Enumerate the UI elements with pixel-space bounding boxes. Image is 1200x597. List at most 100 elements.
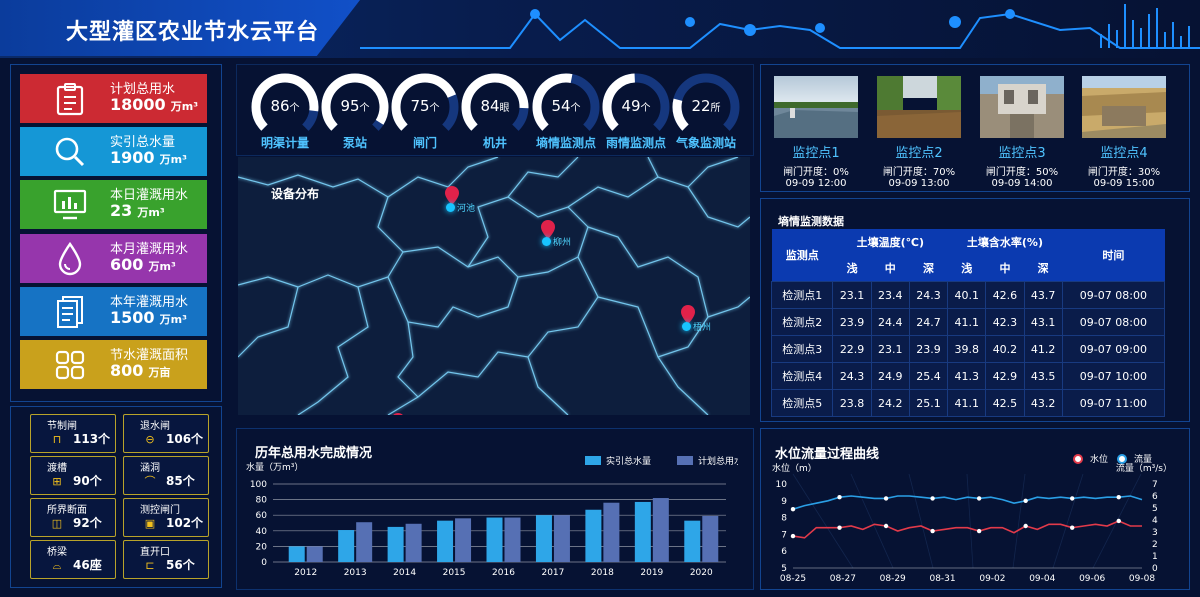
table-cell: 09-07 08:00: [1061, 281, 1166, 309]
facility-item[interactable]: 直开口 ⊏ 56个: [123, 540, 209, 579]
data-point[interactable]: [790, 533, 796, 539]
map-marker[interactable]: 柳州: [540, 219, 571, 248]
bar[interactable]: [702, 515, 719, 562]
bar[interactable]: [585, 509, 602, 562]
bar[interactable]: [504, 517, 521, 562]
camera-thumbnail[interactable]: [980, 76, 1064, 138]
facility-item[interactable]: 渡槽 ⊞ 90个: [30, 456, 116, 495]
facility-item[interactable]: 桥梁 ⌓ 46座: [30, 540, 116, 579]
bar[interactable]: [553, 515, 570, 562]
stat-unit: 万m³: [137, 205, 165, 219]
table-row[interactable]: 检测点2 23.9 24.4 24.7 41.1 42.3 43.1 09-07 08:00: [770, 308, 1166, 336]
marker-label: 柳州: [553, 238, 572, 248]
facility-value: 85个: [166, 474, 195, 488]
stat-card-water-saving-area[interactable]: 节水灌溉面积 800 万亩: [20, 340, 207, 389]
stat-card-plan-water[interactable]: 计划总用水 18000 万m³: [20, 74, 207, 123]
soil-data-table: 监测点 土壤温度(℃) 土壤含水率(%) 时间 浅 中 深 浅 中 深 检测点1…: [770, 229, 1166, 417]
map-marker-partial[interactable]: [390, 407, 406, 415]
table-row[interactable]: 检测点4 24.3 24.9 25.4 41.3 42.9 43.5 09-07 10:00: [770, 362, 1166, 390]
legend-label: 流量: [1134, 453, 1152, 465]
table-cell: 24.3: [908, 281, 949, 309]
bar[interactable]: [455, 518, 472, 562]
bar[interactable]: [486, 517, 503, 562]
x-tick-label: 2019: [640, 568, 663, 578]
data-point[interactable]: [837, 525, 842, 530]
facility-item[interactable]: 所界断面 ◫ 92个: [30, 498, 116, 537]
bar[interactable]: [684, 520, 701, 562]
bar[interactable]: [652, 498, 669, 562]
data-point[interactable]: [790, 507, 796, 512]
bar[interactable]: [288, 546, 305, 562]
bar[interactable]: [437, 520, 454, 562]
bar[interactable]: [634, 501, 651, 562]
facility-item[interactable]: 测控闸门 ▣ 102个: [123, 498, 209, 537]
stat-card-yearly-irrigation[interactable]: 本年灌溉用水 1500 万m³: [20, 287, 207, 336]
camera-item[interactable]: 监控点1 闸门开度：0% 09-09 12:00: [774, 76, 858, 189]
facility-item[interactable]: 退水闸 ⊖ 106个: [123, 414, 209, 453]
facility-item[interactable]: 节制闸 ⊓ 113个: [30, 414, 116, 453]
table-row[interactable]: 检测点1 23.1 23.4 24.3 40.1 42.6 43.7 09-07 08:00: [770, 281, 1166, 309]
column-header: 时间: [1062, 229, 1165, 282]
camera-thumbnail[interactable]: [1082, 76, 1166, 138]
device-map[interactable]: 设备分布 河池 柳州 梧州: [238, 157, 750, 415]
bar[interactable]: [535, 515, 552, 562]
bar[interactable]: [405, 523, 422, 562]
stat-card-monthly-irrigation[interactable]: 本月灌溉用水 600 万m³: [20, 234, 207, 283]
minus-circle-icon: ⊖: [145, 433, 155, 446]
camera-item[interactable]: 监控点4 闸门开度：30% 09-09 15:00: [1082, 76, 1166, 189]
y-right-tick-label: 7: [1152, 480, 1158, 490]
data-point[interactable]: [976, 496, 982, 501]
table-row[interactable]: 检测点5 23.8 24.2 25.1 41.1 42.5 43.2 09-07 11:00: [770, 389, 1166, 417]
data-point[interactable]: [1023, 498, 1028, 503]
gauge-value: 75个: [390, 97, 460, 115]
table-cell: 42.6: [985, 281, 1025, 309]
camera-name: 监控点2: [895, 146, 943, 161]
y-axis-left-label: 水位（m）: [772, 462, 817, 474]
y-tick-label: 100: [250, 480, 267, 490]
camera-item[interactable]: 监控点2 闸门开度：70% 09-09 13:00: [877, 76, 961, 189]
opening-icon: ⊏: [145, 559, 155, 572]
map-marker[interactable]: 梧州: [680, 304, 711, 333]
data-point[interactable]: [930, 496, 935, 501]
table-cell: 23.1: [832, 281, 872, 309]
table-cell: 检测点3: [770, 335, 834, 363]
header-decoration: [360, 4, 1200, 49]
data-point[interactable]: [1070, 525, 1075, 530]
gauge-item[interactable]: 84眼 机井: [460, 72, 530, 152]
facility-item[interactable]: 涵洞 ⌒ 85个: [123, 456, 209, 495]
legend-label: 实引总水量: [606, 455, 651, 467]
camera-item[interactable]: 监控点3 闸门开度：50% 09-09 14:00: [980, 76, 1064, 189]
facility-value: 90个: [73, 474, 102, 488]
data-point[interactable]: [837, 495, 842, 500]
y-right-tick-label: 4: [1152, 516, 1158, 526]
data-point[interactable]: [1116, 518, 1121, 524]
stat-unit: 万m³: [148, 259, 176, 273]
bar[interactable]: [387, 526, 404, 562]
data-point[interactable]: [1023, 523, 1028, 529]
data-point[interactable]: [883, 523, 889, 529]
gauge-item[interactable]: 22所 气象监测站: [671, 72, 741, 152]
camera-time: 09-09 15:00: [1093, 178, 1155, 189]
x-tick-label: 2017: [541, 568, 564, 578]
bar[interactable]: [356, 522, 373, 562]
data-point[interactable]: [883, 496, 889, 501]
camera-thumbnail[interactable]: [877, 76, 961, 138]
data-point[interactable]: [976, 528, 982, 534]
data-point[interactable]: [1116, 495, 1121, 500]
camera-thumbnail[interactable]: [774, 76, 858, 138]
table-row[interactable]: 检测点3 22.9 23.1 23.9 39.8 40.2 41.2 09-07 09:00: [770, 335, 1166, 363]
aqueduct-icon: ⊞: [52, 475, 62, 488]
bar[interactable]: [603, 502, 620, 562]
data-point[interactable]: [930, 528, 935, 534]
data-point[interactable]: [1070, 496, 1075, 501]
table-cell: 24.2: [870, 389, 910, 417]
camera-time: 09-09 13:00: [888, 178, 950, 189]
map-marker[interactable]: 河池: [444, 185, 475, 214]
stat-card-daily-irrigation[interactable]: 本日灌溉用水 23 万m³: [20, 180, 207, 229]
table-cell: 42.5: [985, 389, 1025, 417]
stat-card-actual-water[interactable]: 实引总水量 1900 万m³: [20, 127, 207, 176]
stat-value: 23: [110, 200, 133, 220]
grid-icon: [50, 345, 90, 385]
bar[interactable]: [338, 530, 355, 562]
bar[interactable]: [306, 546, 323, 562]
